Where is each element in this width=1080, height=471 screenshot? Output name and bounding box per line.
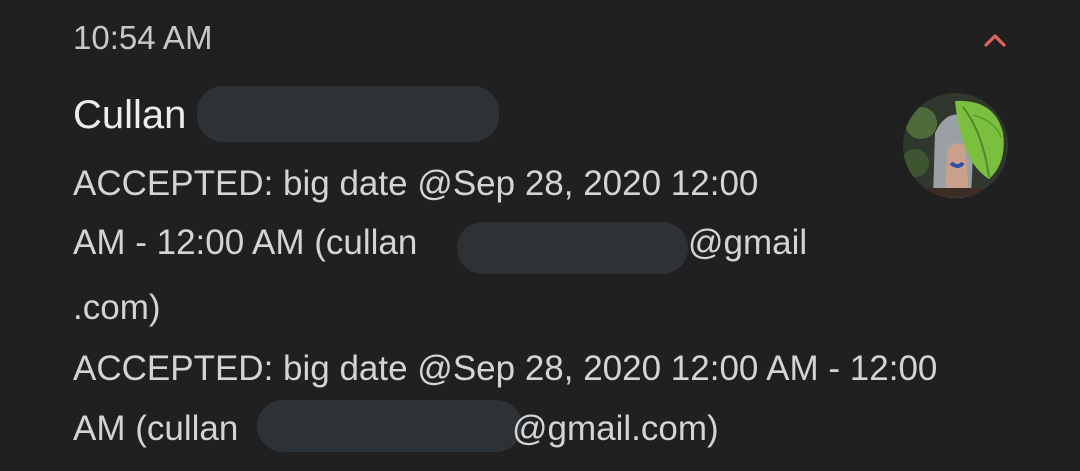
chevron-up-icon[interactable] bbox=[978, 24, 1012, 54]
message-line-2: AM - 12:00 AM (cullan bbox=[73, 223, 418, 262]
message-line-1: ACCEPTED: big date @Sep 28, 2020 12:00 bbox=[73, 164, 759, 203]
notification-card[interactable]: 10:54 AM Cullan ACCEPTED: big date @Sep … bbox=[0, 0, 1080, 471]
message-line-5-domain: @gmail.com) bbox=[512, 409, 719, 448]
redaction-bar bbox=[457, 222, 688, 274]
message-line-5: AM (cullan bbox=[73, 409, 239, 448]
notification-time: 10:54 AM bbox=[73, 19, 213, 56]
redaction-bar bbox=[197, 86, 499, 142]
redaction-bar bbox=[257, 400, 522, 452]
message-line-2-domain: @gmail bbox=[688, 223, 808, 262]
message-line-4: ACCEPTED: big date @Sep 28, 2020 12:00 A… bbox=[73, 349, 938, 388]
message-line-3: .com) bbox=[73, 288, 161, 327]
avatar[interactable] bbox=[903, 93, 1008, 198]
sender-name: Cullan bbox=[73, 93, 187, 137]
